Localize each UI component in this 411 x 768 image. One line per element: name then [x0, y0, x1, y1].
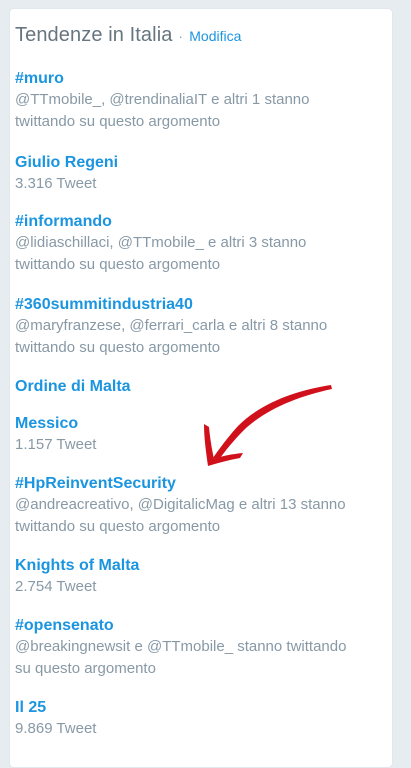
- trend-name[interactable]: Il 25: [15, 698, 360, 718]
- trend-description: @maryfranzese, @ferrari_carla e altri 8 …: [15, 317, 328, 356]
- trend-name[interactable]: Ordine di Malta: [15, 377, 360, 397]
- trend-item[interactable]: Ordine di Malta: [15, 377, 360, 397]
- trend-description: @breakingnewsit e @TTmobile_ stanno twit…: [15, 638, 347, 677]
- trend-name[interactable]: #HpReinventSecurity: [15, 474, 360, 494]
- trend-item[interactable]: Il 25 9.869 Tweet: [15, 698, 360, 740]
- edit-trends-link[interactable]: Modifica: [189, 28, 241, 44]
- trend-name[interactable]: Giulio Regeni: [15, 153, 360, 173]
- trend-description: 1.157 Tweet: [15, 436, 97, 453]
- trend-item[interactable]: #informando @lidiaschillaci, @TTmobile_ …: [15, 212, 360, 276]
- separator-dot: ·: [178, 29, 183, 44]
- trend-name[interactable]: #opensenato: [15, 616, 360, 636]
- trend-description: @andreacreativo, @DigitalicMag e altri 1…: [15, 496, 346, 535]
- trend-description: 3.316 Tweet: [15, 175, 97, 192]
- trend-name[interactable]: Knights of Malta: [15, 556, 360, 576]
- trends-title: Tendenze in Italia: [15, 24, 173, 46]
- trend-item[interactable]: #muro @TTmobile_, @trendinaliaIT e altri…: [15, 69, 360, 133]
- trend-description: @lidiaschillaci, @TTmobile_ e altri 3 st…: [15, 234, 307, 273]
- trends-header: Tendenze in Italia · Modifica: [15, 24, 241, 47]
- trend-name[interactable]: Messico: [15, 414, 360, 434]
- trend-item[interactable]: Knights of Malta 2.754 Tweet: [15, 556, 360, 598]
- trend-item[interactable]: #360summitindustria40 @maryfranzese, @fe…: [15, 295, 360, 359]
- trend-item[interactable]: #opensenato @breakingnewsit e @TTmobile_…: [15, 616, 360, 680]
- trend-item[interactable]: Giulio Regeni 3.316 Tweet: [15, 153, 360, 195]
- trend-name[interactable]: #informando: [15, 212, 360, 232]
- trend-description: 2.754 Tweet: [15, 578, 97, 595]
- trend-item[interactable]: Messico 1.157 Tweet: [15, 414, 360, 456]
- trend-name[interactable]: #muro: [15, 69, 360, 89]
- trend-item[interactable]: #HpReinventSecurity @andreacreativo, @Di…: [15, 474, 360, 538]
- trend-description: 9.869 Tweet: [15, 720, 97, 737]
- trend-name[interactable]: #360summitindustria40: [15, 295, 360, 315]
- trend-description: @TTmobile_, @trendinaliaIT e altri 1 sta…: [15, 91, 310, 130]
